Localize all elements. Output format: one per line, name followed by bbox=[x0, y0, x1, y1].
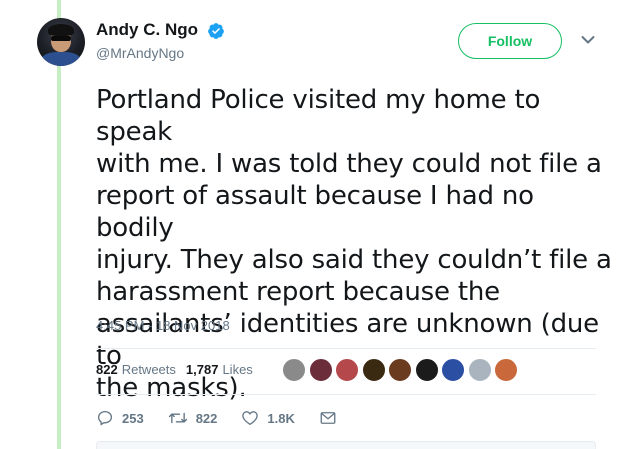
retweet-icon bbox=[168, 412, 187, 424]
like-button[interactable]: 1.8K bbox=[241, 409, 295, 427]
tweet-text-line: Portland Police visited my home to speak bbox=[96, 85, 541, 147]
follow-button[interactable]: Follow bbox=[458, 23, 562, 59]
liker-avatar[interactable] bbox=[308, 358, 333, 382]
tweet-text-line: with me. I was told they could not file … bbox=[96, 149, 602, 179]
avatar-hair bbox=[48, 24, 74, 36]
heart-icon bbox=[242, 411, 259, 426]
tweet-text-line: harassment report because the bbox=[96, 277, 500, 307]
liker-avatar[interactable] bbox=[361, 358, 386, 382]
liker-avatar[interactable] bbox=[282, 358, 306, 382]
divider bbox=[96, 394, 596, 395]
liker-avatar[interactable] bbox=[494, 358, 518, 382]
tweet-timestamp[interactable]: 4:45 PM - 18 Nov 2018 bbox=[96, 318, 230, 333]
conversation-thread-line bbox=[57, 0, 61, 449]
tweet-text-line: injury. They also said they couldn’t fil… bbox=[96, 245, 612, 275]
like-count: 1.8K bbox=[267, 410, 295, 426]
tweet-text-line: report of assault because I had no bodil… bbox=[96, 181, 534, 243]
divider bbox=[96, 348, 596, 349]
reply-count: 253 bbox=[122, 410, 144, 426]
retweets-label: Retweets bbox=[121, 362, 176, 377]
direct-message-button[interactable] bbox=[319, 410, 345, 426]
liker-avatar[interactable] bbox=[441, 358, 465, 382]
likes-label: Likes bbox=[222, 362, 253, 377]
user-display-name[interactable]: Andy C. Ngo bbox=[96, 20, 198, 40]
reply-input-box[interactable] bbox=[96, 441, 596, 449]
tweet-text: Portland Police visited my home to speak… bbox=[96, 84, 616, 404]
liker-avatar[interactable] bbox=[388, 358, 412, 382]
liker-avatar[interactable] bbox=[335, 358, 359, 382]
liker-avatar[interactable] bbox=[467, 358, 492, 382]
avatar[interactable] bbox=[37, 18, 85, 66]
chevron-down-icon[interactable] bbox=[581, 35, 595, 45]
retweets-stat[interactable]: 822 Retweets bbox=[96, 362, 176, 377]
likes-count: 1,787 bbox=[185, 362, 219, 377]
retweets-count: 822 bbox=[96, 362, 118, 377]
engagement-stats: 822 Retweets 1,787 Likes bbox=[96, 362, 263, 377]
reply-icon bbox=[97, 410, 113, 426]
envelope-icon bbox=[320, 412, 336, 424]
retweet-button[interactable]: 822 bbox=[168, 409, 218, 427]
liker-avatars bbox=[282, 358, 521, 382]
verified-badge-icon bbox=[208, 23, 224, 39]
avatar-sunglasses bbox=[51, 36, 71, 41]
avatar-shirt bbox=[41, 52, 81, 66]
reply-button[interactable]: 253 bbox=[96, 409, 144, 427]
liker-avatar[interactable] bbox=[414, 358, 439, 382]
likes-stat[interactable]: 1,787 Likes bbox=[186, 362, 253, 377]
user-handle[interactable]: @MrAndyNgo bbox=[96, 45, 184, 61]
retweet-count: 822 bbox=[195, 410, 218, 426]
tweet-actions: 253 822 1.8K bbox=[96, 409, 369, 427]
